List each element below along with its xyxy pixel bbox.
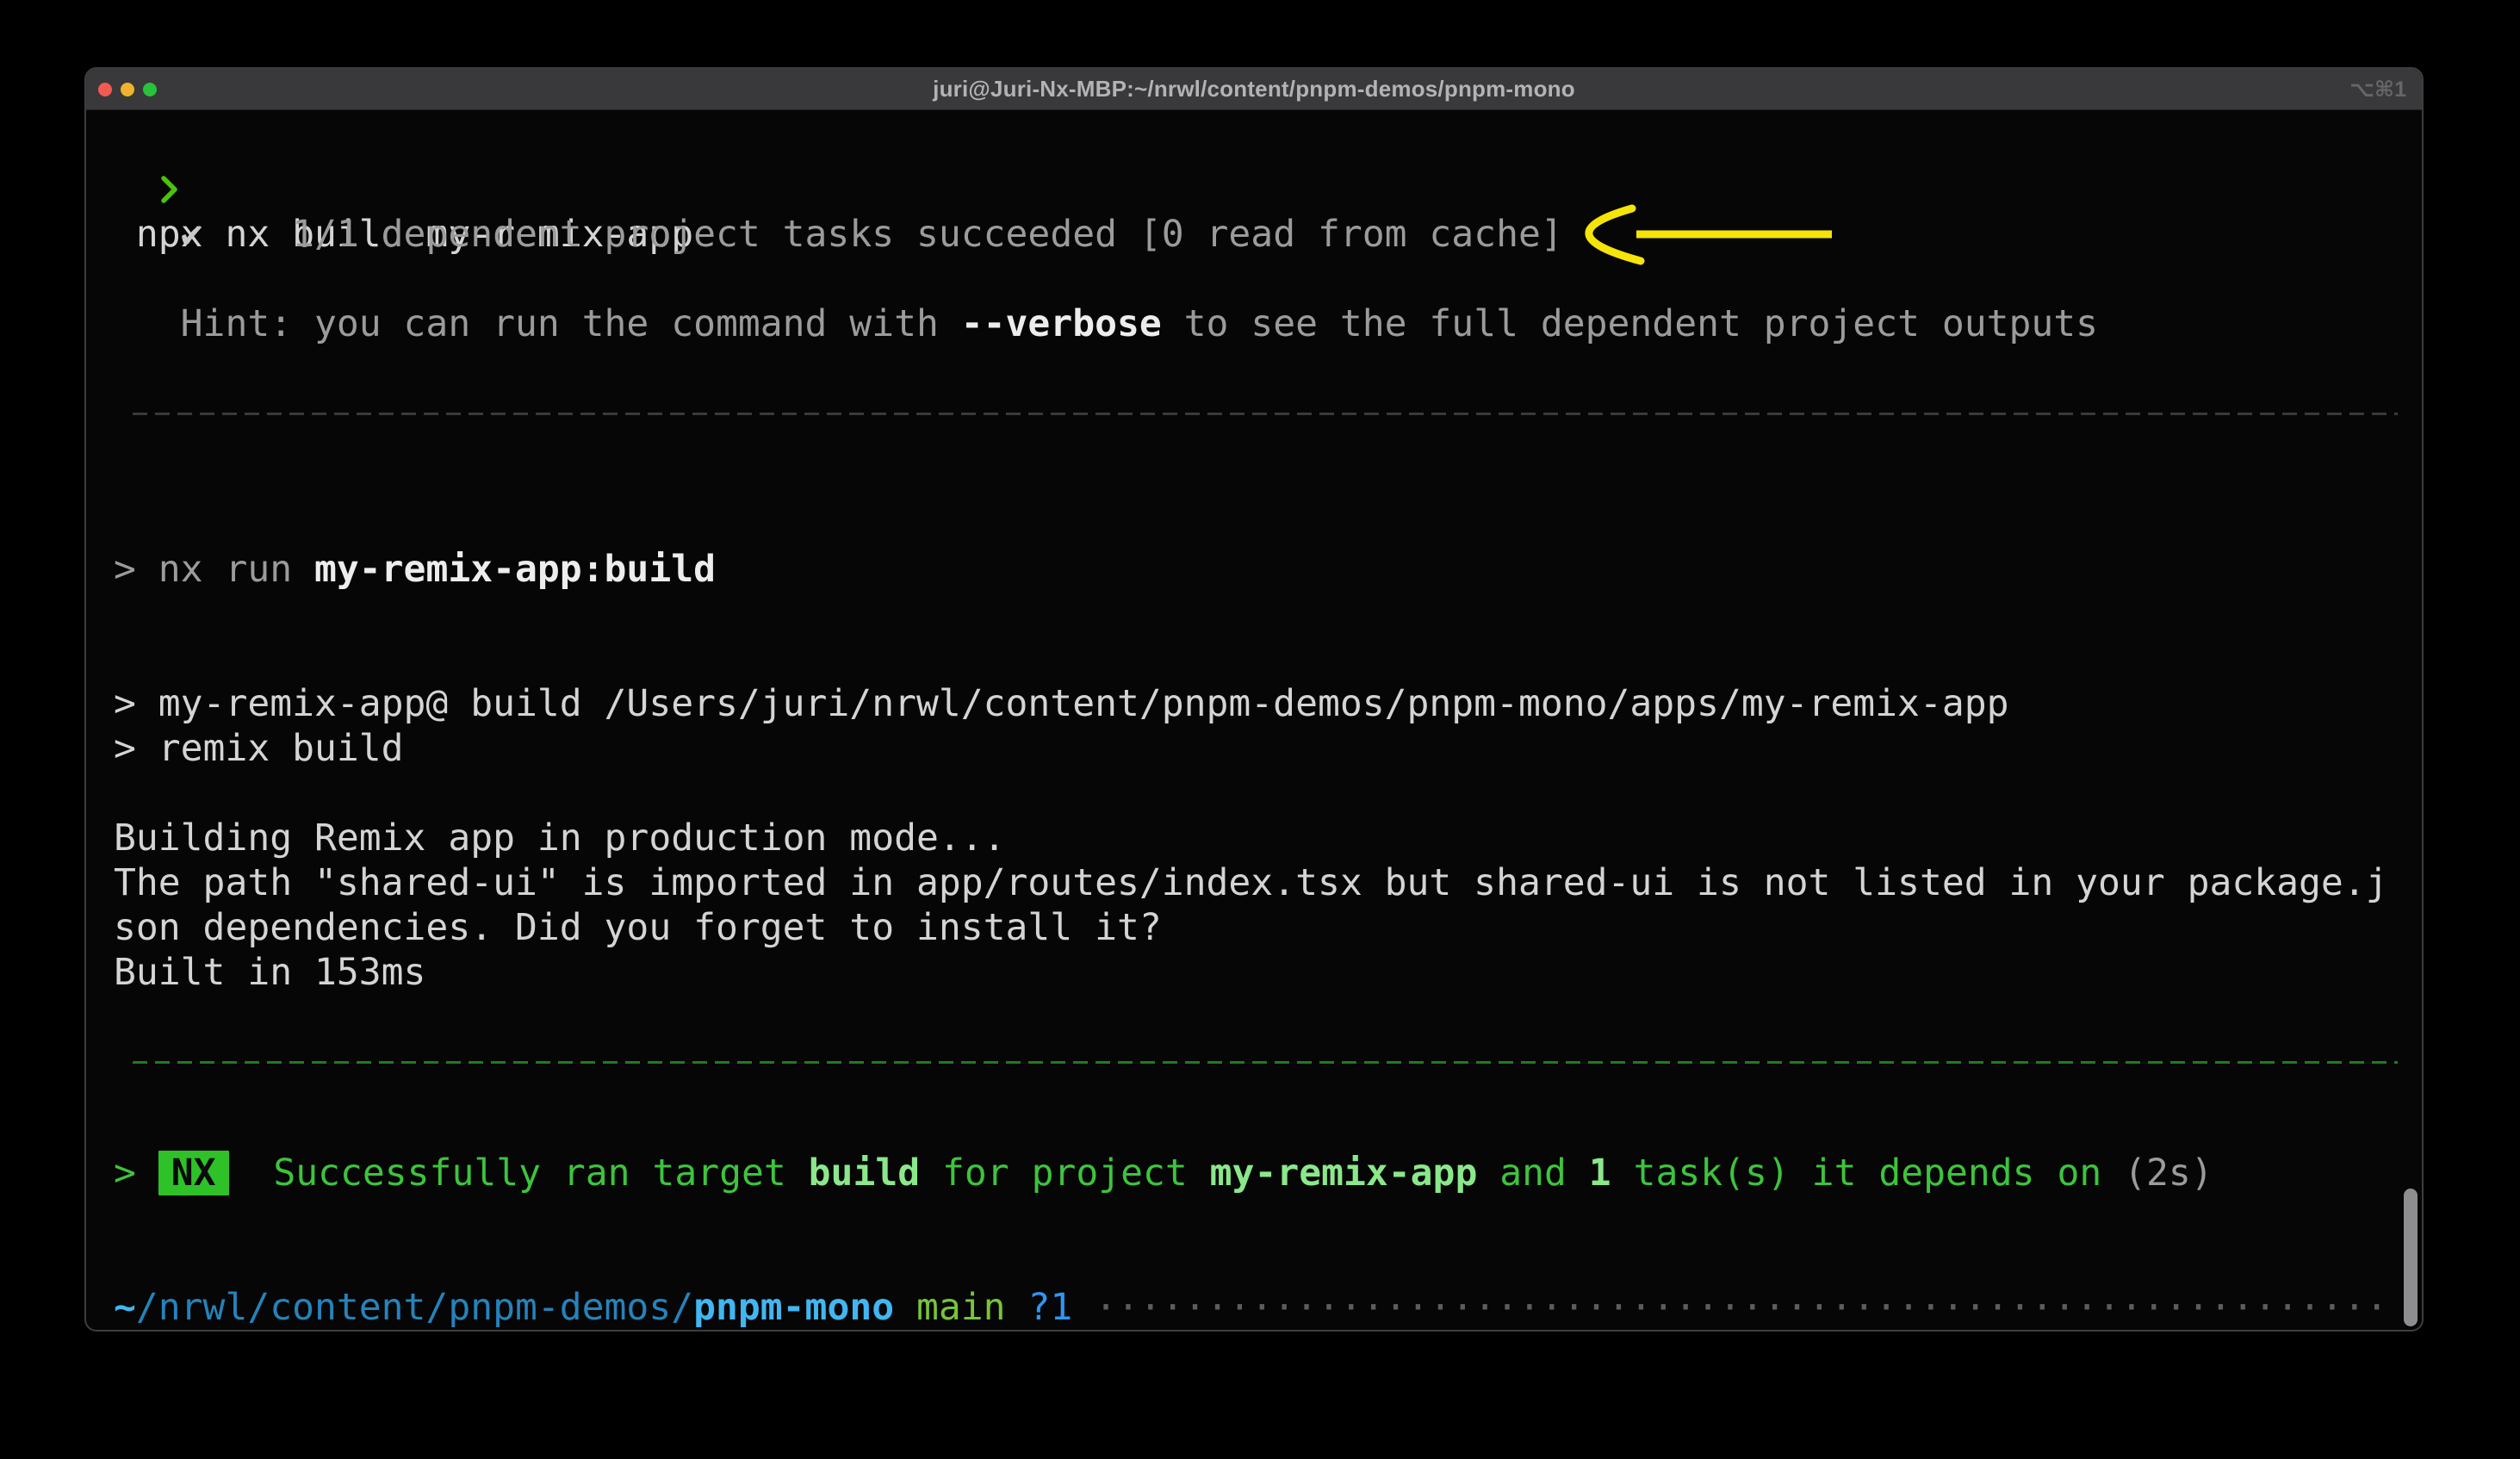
duration-text: (2s) xyxy=(2124,1152,2213,1195)
text-segment: build xyxy=(809,1152,920,1195)
text-segment xyxy=(1006,1286,1028,1329)
zoom-button[interactable] xyxy=(143,83,157,96)
git-branch: main xyxy=(916,1286,1006,1329)
separator-green xyxy=(133,1061,2398,1064)
check-icon: ✔ xyxy=(181,213,203,256)
terminal-line xyxy=(114,1240,2422,1285)
text-segment: > xyxy=(114,1152,158,1195)
window-shortcut-badge: ⌥⌘1 xyxy=(2349,69,2406,110)
terminal-line xyxy=(114,1106,2422,1151)
pnpm-script-line: > my-remix-app@ build /Users/juri/nrwl/c… xyxy=(114,681,2422,726)
text-segment: ~ xyxy=(114,1286,136,1329)
terminal-window: juri@Juri-Nx-MBP:~/nrwl/content/pnpm-dem… xyxy=(84,67,2424,1332)
task-status-line: ✔ 1/1 dependent project tasks succeeded … xyxy=(114,212,2422,257)
terminal-line xyxy=(114,167,2422,212)
text-segment: Hint: you can run the command with xyxy=(114,302,961,345)
text-segment: 1 xyxy=(1589,1152,1611,1195)
text-segment: The path "shared-ui" is imported in app/… xyxy=(114,861,2388,904)
scrollbar-thumb[interactable] xyxy=(2404,1189,2418,1326)
text-segment: task(s) it depends on xyxy=(1611,1152,2124,1195)
text-segment xyxy=(114,213,181,256)
text-segment: > my-remix-app@ build /Users/juri/nrwl/c… xyxy=(114,682,2009,725)
separator-gray xyxy=(114,413,2422,457)
text-segment: son dependencies. Did you forget to inst… xyxy=(114,906,1162,949)
prompt-line xyxy=(114,1330,2422,1332)
close-button[interactable] xyxy=(98,83,112,96)
text-segment: to see the full dependent project output… xyxy=(1162,302,2098,345)
nx-badge: NX xyxy=(158,1151,229,1195)
cwd-path: /nrwl/content/pnpm-demos/ xyxy=(136,1286,693,1329)
text-segment: Built in 153ms xyxy=(114,951,425,994)
terminal-line xyxy=(114,457,2422,502)
warning-line-2: son dependencies. Did you forget to inst… xyxy=(114,905,2422,950)
nx-success-line: > NX Successfully ran target build for p… xyxy=(114,1151,2422,1195)
terminal-line xyxy=(114,502,2422,547)
window-title: juri@Juri-Nx-MBP:~/nrwl/content/pnpm-dem… xyxy=(933,76,1575,102)
text-segment xyxy=(894,1286,916,1329)
warning-line-1: The path "shared-ui" is imported in app/… xyxy=(114,860,2422,905)
text-segment: and xyxy=(1477,1152,1588,1195)
git-status: ?1 xyxy=(1027,1286,1072,1329)
text-segment xyxy=(1072,1286,1095,1329)
titlebar[interactable]: juri@Juri-Nx-MBP:~/nrwl/content/pnpm-dem… xyxy=(86,69,2422,110)
text-segment: for project xyxy=(920,1152,1210,1195)
hint-line: Hint: you can run the command with --ver… xyxy=(114,301,2422,346)
text-segment: Successfully ran target xyxy=(273,1152,808,1195)
building-line: Building Remix app in production mode... xyxy=(114,816,2422,860)
terminal-line xyxy=(114,346,2422,391)
verbose-flag: --verbose xyxy=(961,302,1162,345)
terminal-line xyxy=(114,592,2422,636)
command-line: npx nx build my-remix-app xyxy=(114,122,2422,167)
terminal-line xyxy=(114,995,2422,1040)
separator-green xyxy=(114,1061,2422,1106)
text-segment: > remix build xyxy=(114,727,404,770)
nx-run-target: my-remix-app:build xyxy=(314,548,716,591)
text-segment: my-remix-app xyxy=(1210,1152,1478,1195)
terminal-body[interactable]: npx nx build my-remix-app ✔ 1/1 dependen… xyxy=(86,110,2422,1332)
nx-run-line: > nx run my-remix-app:build xyxy=(114,547,2422,592)
separator-gray xyxy=(133,413,2398,415)
text-segment: > nx run xyxy=(114,548,314,591)
terminal-line xyxy=(114,1195,2422,1240)
terminal-line xyxy=(114,771,2422,816)
terminal-line xyxy=(114,257,2422,301)
text-segment xyxy=(229,1152,274,1195)
prompt-fill-dots: ········································… xyxy=(1095,1286,2388,1329)
text-segment: Building Remix app in production mode... xyxy=(114,816,1006,860)
remix-build-line: > remix build xyxy=(114,726,2422,771)
cwd-dir: pnpm-mono xyxy=(693,1286,894,1329)
task-status-text: 1/1 dependent project tasks succeeded [0… xyxy=(203,213,1563,256)
traffic-lights xyxy=(98,69,157,110)
minimize-button[interactable] xyxy=(121,83,134,96)
prompt-path-line: ~/nrwl/content/pnpm-demos/pnpm-mono main… xyxy=(114,1285,2422,1330)
built-time-line: Built in 153ms xyxy=(114,950,2422,995)
terminal-line xyxy=(114,636,2422,681)
prompt-chevron-icon xyxy=(158,167,181,212)
